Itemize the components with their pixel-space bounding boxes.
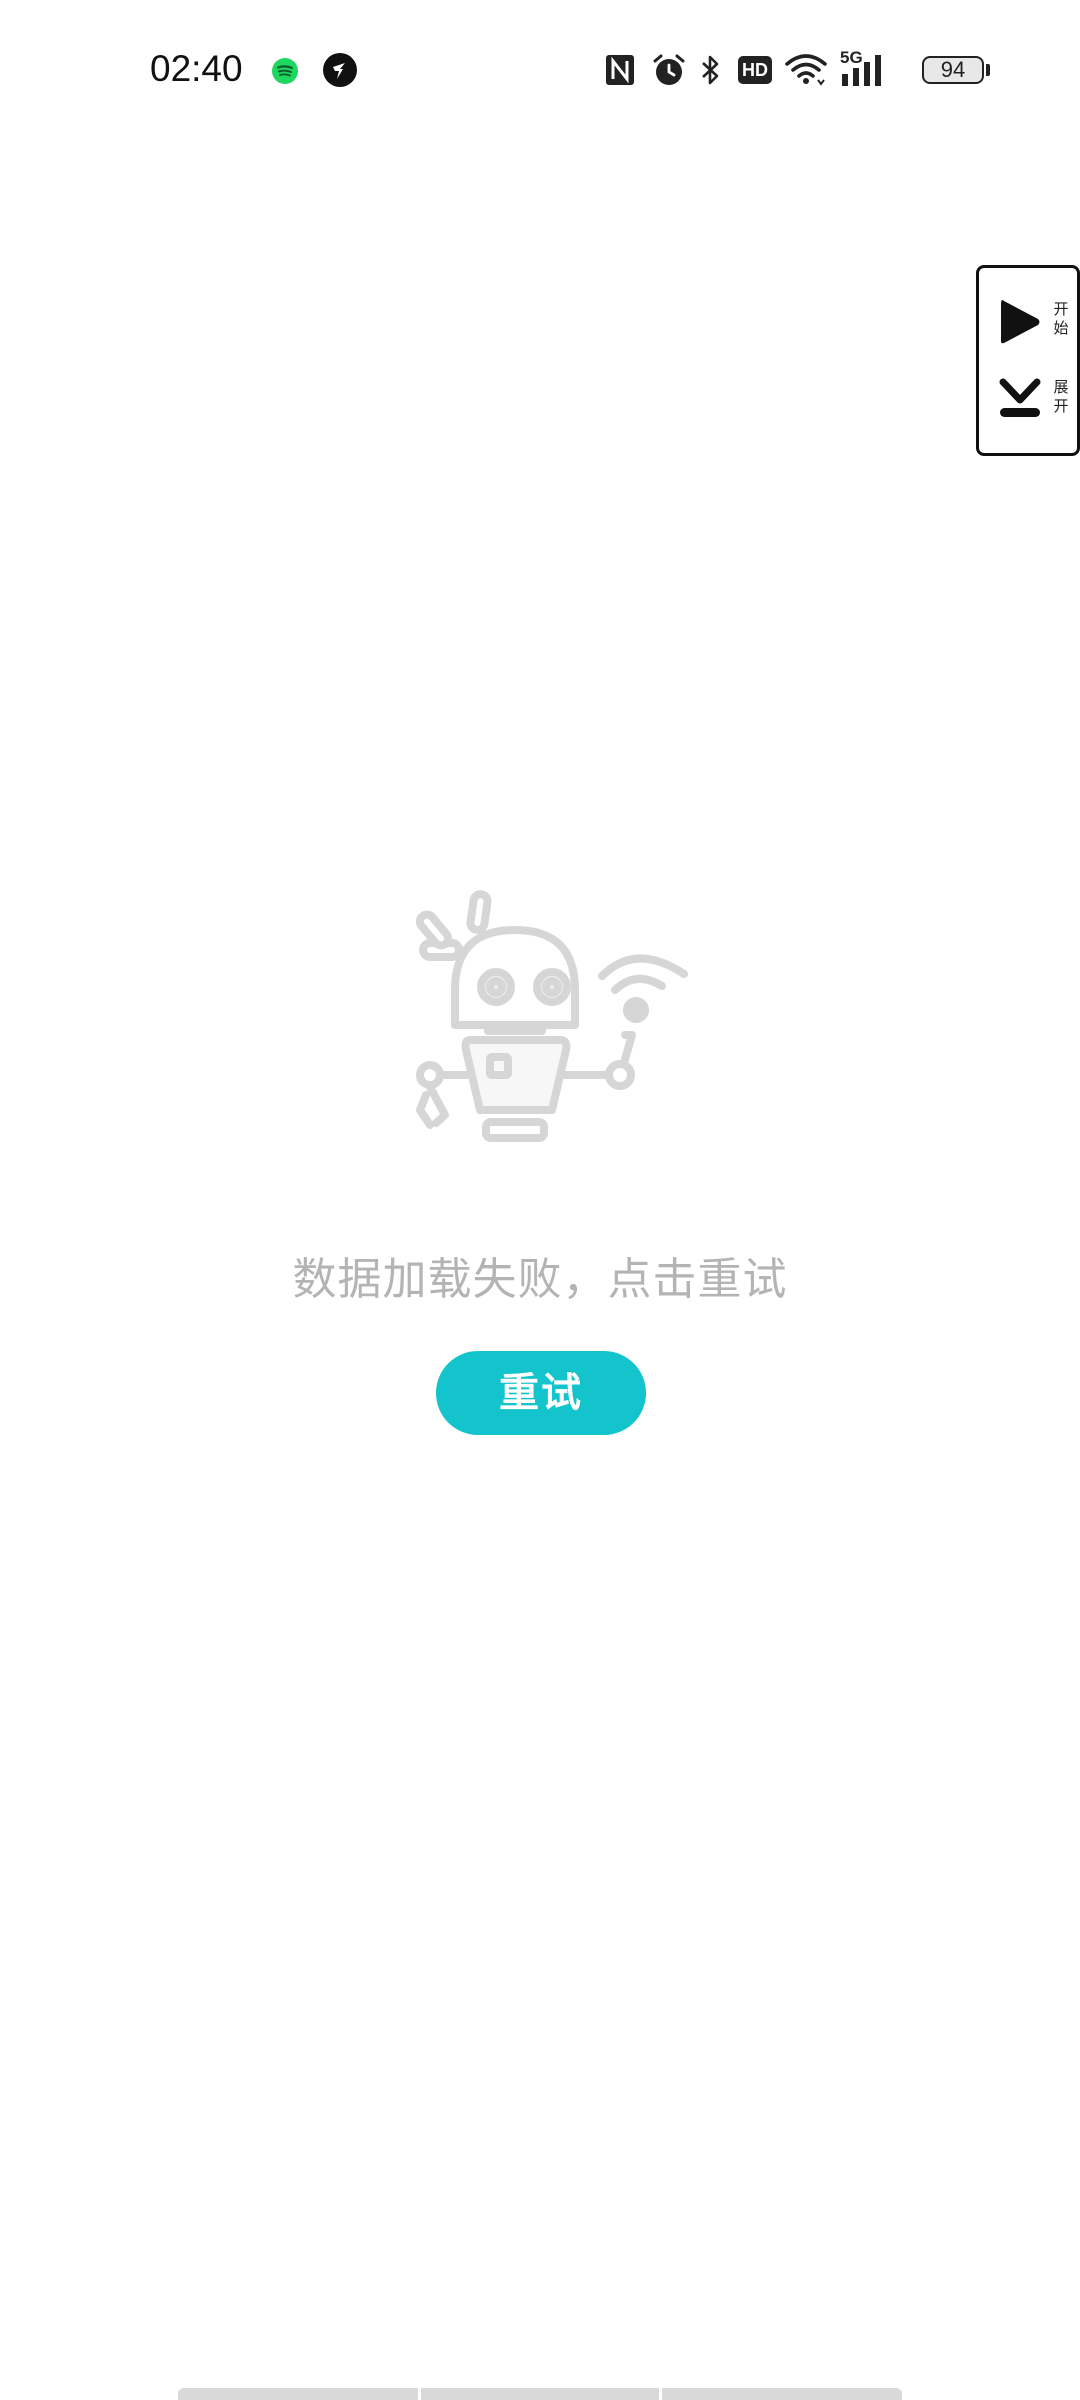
- status-bar: 02:40 HD 5G 94: [0, 0, 1080, 140]
- hd-icon: HD: [738, 56, 772, 84]
- wifi-icon: [785, 54, 827, 86]
- signal-5g-icon: 5G: [840, 48, 890, 88]
- error-message: 数据加载失败，点击重试: [292, 1254, 788, 1305]
- spotify-icon: [272, 58, 298, 84]
- expand-button[interactable]: 展开: [979, 366, 1077, 436]
- collapse-down-icon: [999, 378, 1041, 417]
- status-time: 02:40: [150, 48, 243, 89]
- battery-level: 94: [940, 57, 966, 82]
- gesture-bar-segment: [662, 2388, 902, 2400]
- gesture-bar-segment: [421, 2388, 659, 2400]
- messenger-icon: [323, 53, 357, 87]
- bluetooth-icon: [702, 55, 719, 85]
- retry-button[interactable]: 重试: [436, 1351, 646, 1435]
- floating-widget: 开始 展开: [976, 265, 1080, 456]
- start-button[interactable]: 开始: [979, 288, 1077, 358]
- nfc-icon: [606, 55, 634, 85]
- expand-label: 展开: [1053, 378, 1069, 415]
- start-label: 开始: [1053, 300, 1069, 337]
- battery-cap: [986, 64, 990, 76]
- broken-robot-icon: [415, 890, 688, 1142]
- gesture-bar-segment: [178, 2388, 418, 2400]
- hd-label: HD: [742, 60, 768, 80]
- play-icon: [1001, 300, 1040, 344]
- alarm-icon: [653, 54, 685, 85]
